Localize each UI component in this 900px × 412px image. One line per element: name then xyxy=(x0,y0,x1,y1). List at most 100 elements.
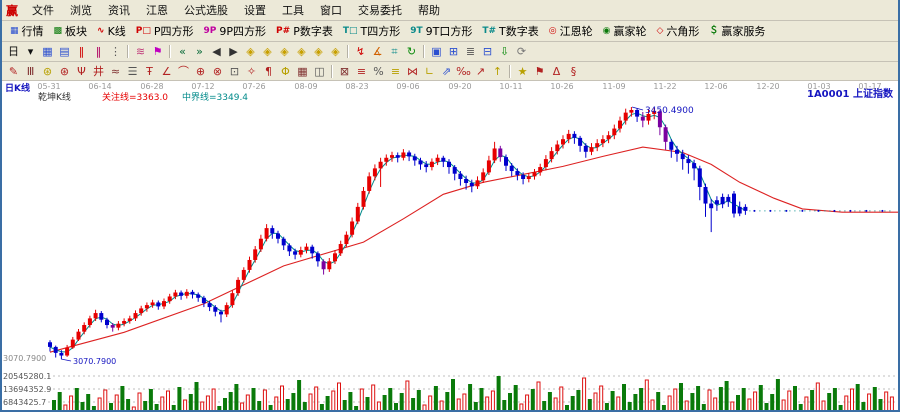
flag2-tool-icon[interactable]: ⚑ xyxy=(531,64,548,79)
menu-item-3[interactable]: 资讯 xyxy=(100,1,138,19)
section-tool-icon[interactable]: § xyxy=(565,64,582,79)
toolbar-item-label: P数字表 xyxy=(293,23,333,39)
ratio-tool-icon[interactable]: ‰ xyxy=(455,64,472,79)
star-tool-icon[interactable]: ★ xyxy=(514,64,531,79)
zoom-in-y-icon[interactable]: ◈ xyxy=(293,44,310,59)
fib-lines-tool-icon[interactable]: ≡ xyxy=(353,64,370,79)
toolbar-item-t-digits[interactable]: T#T数字表 xyxy=(477,23,543,39)
tile-windows-icon[interactable]: ▦ xyxy=(39,44,56,59)
refresh-icon[interactable]: ⟳ xyxy=(513,44,530,59)
marker-tool-icon[interactable]: ✧ xyxy=(243,64,260,79)
zoom-reset-icon[interactable]: ◈ xyxy=(310,44,327,59)
go-last-icon[interactable]: » xyxy=(191,44,208,59)
menu-item-9[interactable]: 交易委托 xyxy=(350,1,410,19)
toolbar-item-gann-wheel[interactable]: ◎江恩轮 xyxy=(544,23,598,39)
angle2-tool-icon[interactable]: Δ xyxy=(548,64,565,79)
main-chart-svg[interactable]: 05-3106-1406-2807-1207-2608-0908-2309-06… xyxy=(2,81,898,412)
crosshair-tool-icon[interactable]: ⊕ xyxy=(192,64,209,79)
gann-flower-tool-icon[interactable]: ⊛ xyxy=(39,64,56,79)
report-list-icon[interactable]: ≣ xyxy=(462,44,479,59)
page-view-icon[interactable]: ▤ xyxy=(56,44,73,59)
vertical-lines-tool-icon[interactable]: Ⅲ xyxy=(22,64,39,79)
bar-chart-icon[interactable]: ‖ xyxy=(90,44,107,59)
toolbar-item-kline[interactable]: ∿K线 xyxy=(92,23,131,39)
toolbar-item-winner-service[interactable]: ＄赢家服务 xyxy=(704,23,770,39)
price-label-tool-icon[interactable]: ¶ xyxy=(260,64,277,79)
angle-tool-icon[interactable]: ∠ xyxy=(158,64,175,79)
menu-item-2[interactable]: 浏览 xyxy=(62,1,100,19)
menu-item-6[interactable]: 设置 xyxy=(236,1,274,19)
percent-tool-icon[interactable]: % xyxy=(370,64,387,79)
angle-measure-icon[interactable]: ∡ xyxy=(369,44,386,59)
svg-text:6843425.7: 6843425.7 xyxy=(3,398,46,407)
step-forward-icon[interactable]: ▶ xyxy=(225,44,242,59)
column-tool-icon[interactable]: ☰ xyxy=(124,64,141,79)
toolbar-item-p-digits[interactable]: P#P数字表 xyxy=(271,23,338,39)
spike-tool-icon[interactable]: ↑ xyxy=(489,64,506,79)
t-square-icon: T□ xyxy=(343,26,358,36)
dense-grid-tool-icon[interactable]: ▦ xyxy=(294,64,311,79)
toolbar-item-blocks[interactable]: ▩板块 xyxy=(49,23,93,39)
toolbar-item-t9-square[interactable]: 9T9T口方形 xyxy=(405,23,477,39)
flag-marker-icon[interactable]: ⚑ xyxy=(149,44,166,59)
zoom-all-icon[interactable]: ◈ xyxy=(327,44,344,59)
gann-flower2-tool-icon[interactable]: ⊛ xyxy=(56,64,73,79)
kline-red-icon[interactable]: ‖ xyxy=(73,44,90,59)
data-table-icon[interactable]: ⊞ xyxy=(445,44,462,59)
snow-tool-icon[interactable]: ⊗ xyxy=(209,64,226,79)
wave-tool-icon[interactable]: ≈ xyxy=(107,64,124,79)
arc-tool-icon[interactable]: ⌒ xyxy=(175,64,192,79)
export-icon[interactable]: ⇩ xyxy=(496,44,513,59)
fan-lines-icon[interactable]: ≋ xyxy=(132,44,149,59)
split-tool-icon[interactable]: Ŧ xyxy=(141,64,158,79)
toolbar-item-label: 9P四方形 xyxy=(219,23,266,39)
toolbar-separator xyxy=(347,45,349,58)
pencil-tool-icon[interactable]: ✎ xyxy=(5,64,22,79)
fib-box-tool-icon[interactable]: ⊠ xyxy=(336,64,353,79)
menu-item-5[interactable]: 公式选股 xyxy=(176,1,236,19)
steps-tool-icon[interactable]: ∟ xyxy=(421,64,438,79)
menu-item-1[interactable]: 文件 xyxy=(24,1,62,19)
step-back-icon[interactable]: ◀ xyxy=(208,44,225,59)
chart-area[interactable]: 05-3106-1406-2807-1207-2608-0908-2309-06… xyxy=(2,81,898,412)
gann-grid-tool-icon[interactable]: 井 xyxy=(90,64,107,79)
period-dropdown-arrow-icon[interactable]: ▾ xyxy=(22,44,39,59)
cycle-tool-icon[interactable]: ↻ xyxy=(403,44,420,59)
levels-tool-icon[interactable]: ≡ xyxy=(387,64,404,79)
toolbar-item-quotes-grid[interactable]: ▦行情 xyxy=(5,23,49,39)
dynamic-play-icon[interactable]: ↯ xyxy=(352,44,369,59)
menu-item-10[interactable]: 帮助 xyxy=(410,1,448,19)
svg-text:11-22: 11-22 xyxy=(653,82,676,91)
select-box-tool-icon[interactable]: ⊡ xyxy=(226,64,243,79)
golden-section-tool-icon[interactable]: Φ xyxy=(277,64,294,79)
dotted-column-icon[interactable]: ⋮ xyxy=(107,44,124,59)
zoom-in-x-icon[interactable]: ◈ xyxy=(259,44,276,59)
zoom-out-x-icon[interactable]: ◈ xyxy=(242,44,259,59)
calendar-icon[interactable]: ▣ xyxy=(428,44,445,59)
toolbar-item-winner-wheel[interactable]: ◉赢家轮 xyxy=(598,23,652,39)
menu-item-8[interactable]: 窗口 xyxy=(312,1,350,19)
menu-item-4[interactable]: 江恩 xyxy=(138,1,176,19)
toolbar-item-label: 赢家轮 xyxy=(613,23,646,39)
slope-tool-icon[interactable]: ⇗ xyxy=(438,64,455,79)
go-first-icon[interactable]: « xyxy=(174,44,191,59)
menu-item-7[interactable]: 工具 xyxy=(274,1,312,19)
svg-text:12-20: 12-20 xyxy=(756,82,779,91)
drawing-toolbar: ✎Ⅲ⊛⊛Ψ井≈☰Ŧ∠⌒⊕⊗⊡✧¶Φ▦◫⊠≡%≡⋈∟⇗‰↗↑★⚑Δ§ xyxy=(2,62,898,81)
band-tool-icon[interactable]: ⋈ xyxy=(404,64,421,79)
svg-text:中界线=3349.4: 中界线=3349.4 xyxy=(182,91,248,103)
toolbar-item-p-square[interactable]: P□P四方形 xyxy=(131,23,199,39)
period-selector-icon[interactable]: 日 xyxy=(5,44,22,59)
gann-square-tool-icon[interactable]: ⌗ xyxy=(386,44,403,59)
trident-tool-icon[interactable]: Ψ xyxy=(73,64,90,79)
winner-wheel-icon: ◉ xyxy=(603,26,611,36)
save-icon[interactable]: ⊟ xyxy=(479,44,496,59)
zoom-out-y-icon[interactable]: ◈ xyxy=(276,44,293,59)
toolbar-item-p9-square[interactable]: 9P9P四方形 xyxy=(199,23,272,39)
arrow-up-tool-icon[interactable]: ↗ xyxy=(472,64,489,79)
chart-region-tool-icon[interactable]: ◫ xyxy=(311,64,328,79)
app-window: 赢 文件浏览资讯江恩公式选股设置工具窗口交易委托帮助 ▦行情▩板块∿K线P□P四… xyxy=(0,0,900,412)
toolbar-item-t-square[interactable]: T□T四方形 xyxy=(338,23,405,39)
toolbar-item-hexagon[interactable]: ◇六角形 xyxy=(651,23,704,39)
svg-text:09-06: 09-06 xyxy=(396,82,419,91)
